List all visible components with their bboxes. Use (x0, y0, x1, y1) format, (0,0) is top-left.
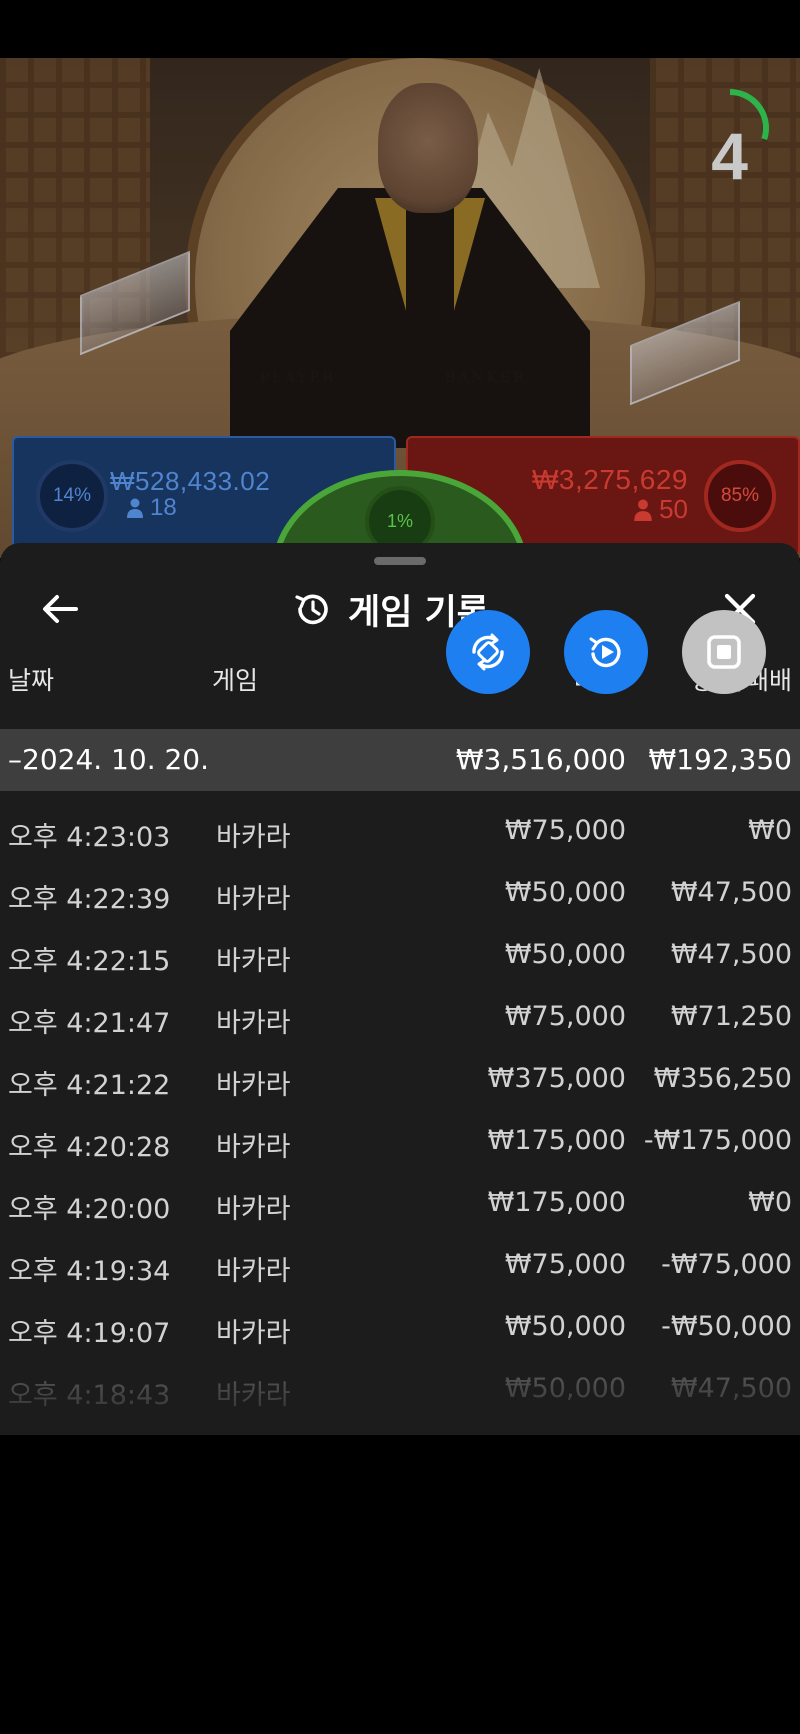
row-win-loss: ₩47,500 (670, 877, 792, 908)
player-bettor-count: 18 (150, 494, 177, 521)
history-row[interactable]: 오후 4:23:03 바카라 ₩75,000 ₩0 (0, 805, 800, 867)
history-row[interactable]: 오후 4:21:47 바카라 ₩75,000 ₩71,250 (0, 991, 800, 1053)
row-win-loss: -₩175,000 (643, 1125, 792, 1156)
row-time: 오후 4:20:28 (8, 1132, 171, 1163)
rotate-screen-button[interactable] (446, 610, 530, 694)
history-row[interactable]: 오후 4:19:34 바카라 ₩75,000 -₩75,000 (0, 1239, 800, 1301)
row-bet: ₩75,000 (504, 1249, 626, 1280)
history-row[interactable]: 오후 4:22:15 바카라 ₩50,000 ₩47,500 (0, 929, 800, 991)
game-history-sheet: 게임 기록 날짜 게임 베팅 승리/패배 –2024. 10. 20. ₩3,5… (0, 543, 800, 1435)
row-bet: ₩375,000 (487, 1063, 626, 1094)
row-game: 바카라 (216, 1008, 291, 1039)
screen: PLAYER BANKER 4 14% ₩528,433.02 18 85% ₩… (0, 0, 800, 1734)
stop-recording-button[interactable] (682, 610, 766, 694)
tie-percent: 1% (386, 510, 413, 531)
row-win-loss: ₩71,250 (670, 1001, 792, 1032)
player-bet-amount: ₩528,433.02 (110, 466, 271, 496)
banker-percent-ring: 85% (704, 460, 776, 532)
banker-bettor-count: 50 (659, 494, 688, 524)
row-bet: ₩50,000 (504, 939, 626, 970)
row-bet: ₩75,000 (504, 815, 626, 846)
player-count: 18 (126, 494, 177, 522)
row-time: 오후 4:22:39 (8, 884, 171, 915)
day-win-total: ₩192,350 (648, 743, 792, 776)
person-icon (634, 499, 652, 521)
day-bet-total: ₩3,516,000 (455, 743, 626, 776)
history-row[interactable]: 오후 4:19:07 바카라 ₩50,000 -₩50,000 (0, 1301, 800, 1363)
row-game: 바카라 (216, 1256, 291, 1287)
row-game: 바카라 (216, 1132, 291, 1163)
player-percent-ring: 14% (36, 460, 108, 532)
history-row[interactable]: 오후 4:22:39 바카라 ₩50,000 ₩47,500 (0, 867, 800, 929)
person-icon (127, 498, 143, 518)
player-percent: 14% (52, 485, 92, 506)
banker-bet-amount: ₩3,275,629 (532, 464, 688, 495)
back-button[interactable] (38, 587, 82, 631)
row-time: 오후 4:23:03 (8, 822, 171, 853)
row-game: 바카라 (216, 822, 291, 853)
row-game: 바카라 (216, 1194, 291, 1225)
day-date: –2024. 10. 20. (8, 743, 210, 776)
history-list: 오후 4:23:03 바카라 ₩75,000 ₩0 오후 4:22:39 바카라 ₩50,0… (0, 805, 800, 1425)
row-bet: ₩175,000 (487, 1187, 626, 1218)
drag-handle[interactable] (374, 557, 426, 565)
row-bet: ₩50,000 (504, 1311, 626, 1342)
row-time: 오후 4:20:00 (8, 1194, 171, 1225)
history-icon (295, 594, 328, 625)
column-date[interactable]: 날짜 (8, 661, 54, 697)
history-row[interactable]: 오후 4:20:00 바카라 ₩175,000 ₩0 (0, 1177, 800, 1239)
row-time: 오후 4:22:15 (8, 946, 171, 977)
row-win-loss: ₩0 (748, 815, 792, 846)
row-time: 오후 4:18:43 (8, 1380, 171, 1411)
banker-count: 50 (633, 494, 688, 525)
column-game[interactable]: 게임 (212, 661, 258, 697)
rotate-icon (472, 633, 504, 671)
row-game: 바카라 (216, 1380, 291, 1411)
row-time: 오후 4:19:34 (8, 1256, 171, 1287)
stop-icon (707, 635, 741, 669)
row-game: 바카라 (216, 1070, 291, 1101)
row-win-loss: -₩75,000 (661, 1249, 792, 1280)
row-bet: ₩75,000 (504, 1001, 626, 1032)
replay-button[interactable] (564, 610, 648, 694)
history-row[interactable]: 오후 4:21:22 바카라 ₩375,000 ₩356,250 (0, 1053, 800, 1115)
row-bet: ₩50,000 (504, 877, 626, 908)
row-game: 바카라 (216, 946, 291, 977)
arrow-left-icon (43, 595, 78, 623)
row-time: 오후 4:21:22 (8, 1070, 171, 1101)
replay-icon (589, 637, 621, 668)
row-win-loss: ₩47,500 (670, 1373, 792, 1404)
banker-percent: 85% (720, 485, 760, 506)
row-bet: ₩175,000 (487, 1125, 626, 1156)
column-headers: 날짜 게임 베팅 승리/패배 (0, 653, 800, 703)
row-game: 바카라 (216, 884, 291, 915)
row-win-loss: -₩50,000 (661, 1311, 792, 1342)
bottom-empty-area (0, 1435, 800, 1734)
row-time: 오후 4:19:07 (8, 1318, 171, 1349)
history-row[interactable]: 오후 4:20:28 바카라 ₩175,000 -₩175,000 (0, 1115, 800, 1177)
row-time: 오후 4:21:47 (8, 1008, 171, 1039)
row-game: 바카라 (216, 1318, 291, 1349)
row-win-loss: ₩47,500 (670, 939, 792, 970)
row-win-loss: ₩0 (748, 1187, 792, 1218)
day-summary-row[interactable]: –2024. 10. 20. ₩3,516,000 ₩192,350 (0, 729, 800, 791)
row-bet: ₩50,000 (504, 1373, 626, 1404)
countdown-number: 4 (711, 119, 748, 193)
row-win-loss: ₩356,250 (653, 1063, 792, 1094)
history-row[interactable]: 오후 4:18:43 바카라 ₩50,000 ₩47,500 (0, 1363, 800, 1425)
